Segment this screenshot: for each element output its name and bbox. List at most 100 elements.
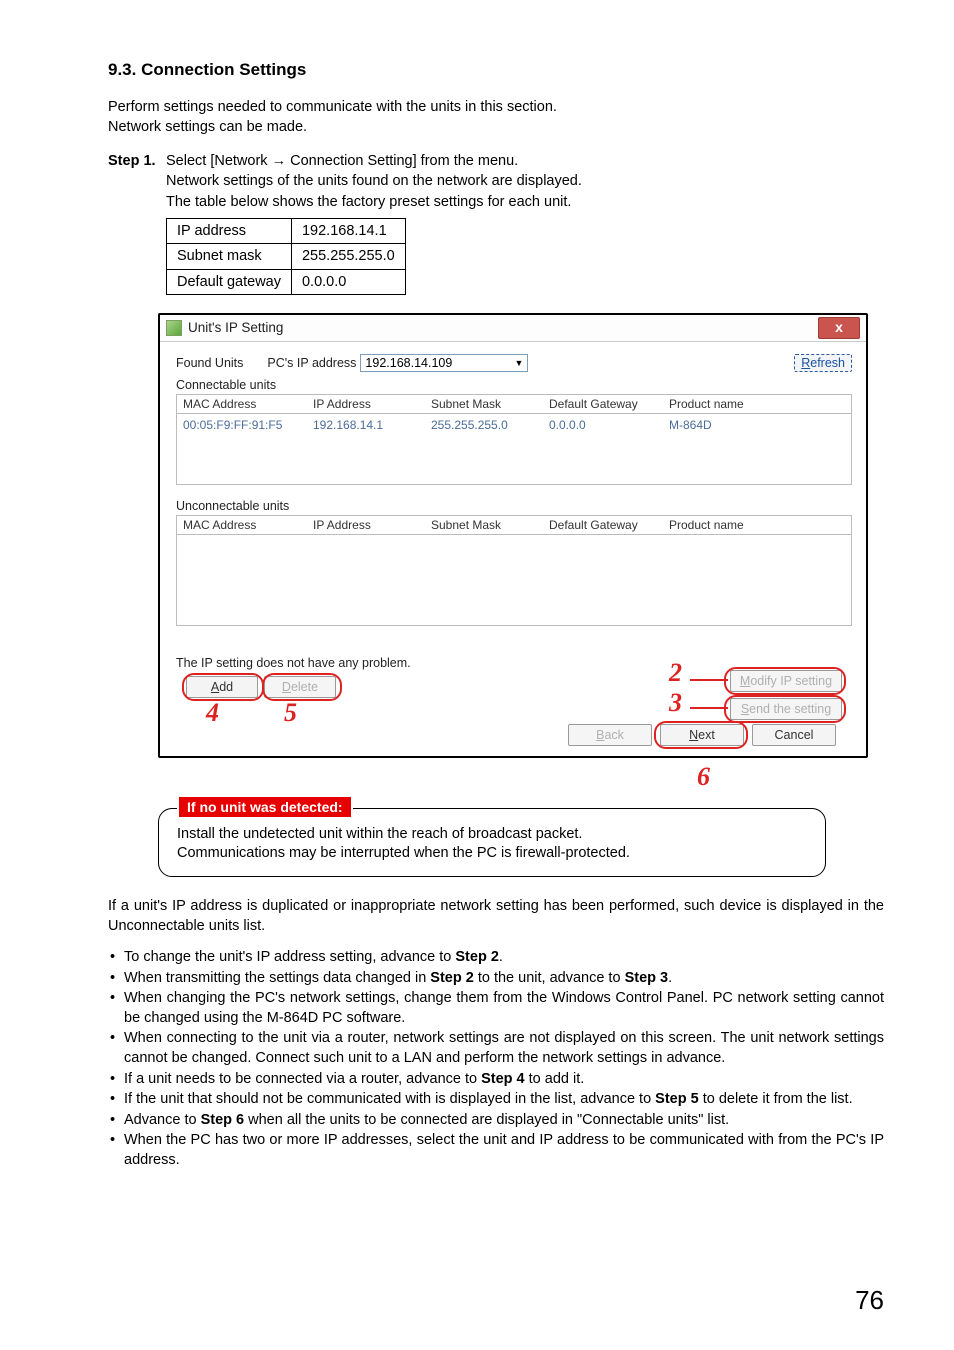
text: Step 2 [455, 949, 499, 965]
connectable-grid-header: MAC Address IP Address Subnet Mask Defau… [176, 394, 852, 414]
unconnectable-grid-header: MAC Address IP Address Subnet Mask Defau… [176, 515, 852, 535]
text: Communications may be interrupted when t… [177, 845, 630, 861]
note-title-wrap: If no unit was detected: [177, 799, 353, 817]
text: to add it. [525, 1071, 585, 1087]
cell-gateway: 0.0.0.0 [543, 416, 663, 434]
col-gateway: Default Gateway [543, 395, 663, 413]
delete-button[interactable]: Delete [264, 676, 336, 698]
text: Network settings can be made. [108, 119, 307, 135]
text: Install the undetected unit within the r… [177, 826, 582, 842]
cell: 255.255.255.0 [291, 244, 405, 269]
text: The table below shows the factory preset… [166, 194, 571, 210]
found-units-label: Found Units [176, 356, 243, 370]
text: Step 2 [430, 970, 474, 986]
text: efresh [810, 356, 845, 370]
text: Step 3 [625, 970, 669, 986]
callout-connector [690, 707, 728, 710]
send-setting-button[interactable]: Send the setting [730, 698, 842, 720]
text: Advance to [124, 1112, 201, 1128]
button-row: Add Delete Modify IP setting Send the se… [176, 676, 852, 746]
list-item: When connecting to the unit via a router… [108, 1029, 884, 1068]
text: odify IP setting [750, 674, 832, 688]
page-number: 76 [855, 1285, 884, 1316]
note-title: If no unit was detected: [179, 797, 351, 817]
step-1: Step 1. Select [Network → Connection Set… [108, 151, 884, 295]
text: to the unit, advance to [474, 970, 625, 986]
list-item: Advance to Step 6 when all the units to … [108, 1111, 884, 1131]
text: dd [219, 680, 233, 694]
text: end the setting [749, 702, 831, 716]
section-heading: 9.3. Connection Settings [108, 60, 884, 80]
callout-number-6: 6 [697, 762, 710, 792]
connectable-grid[interactable]: 00:05:F9:FF:91:F5 192.168.14.1 255.255.2… [176, 414, 852, 485]
text: Step 4 [481, 1071, 525, 1087]
list-item: When the PC has two or more IP addresses… [108, 1131, 884, 1170]
connectable-label: Connectable units [176, 378, 852, 392]
pc-ip-combo[interactable]: 192.168.14.109 ▼ [360, 354, 528, 372]
text: If the unit that should not be communica… [124, 1091, 655, 1107]
text: Perform settings needed to communicate w… [108, 99, 557, 115]
text: ack [604, 728, 623, 742]
cell-mac: 00:05:F9:FF:91:F5 [177, 416, 307, 434]
cell: Subnet mask [167, 244, 292, 269]
factory-preset-table: IP address 192.168.14.1 Subnet mask 255.… [166, 218, 406, 295]
table-row: Default gateway 0.0.0.0 [167, 269, 406, 294]
unconnectable-label: Unconnectable units [176, 499, 852, 513]
callout-connector [690, 679, 728, 682]
table-row: Subnet mask 255.255.255.0 [167, 244, 406, 269]
text: to delete it from the list. [699, 1091, 853, 1107]
pc-ip-value: 192.168.14.109 [365, 356, 452, 370]
text: . [668, 970, 672, 986]
list-item: To change the unit's IP address setting,… [108, 948, 884, 968]
list-item: When transmitting the settings data chan… [108, 969, 884, 989]
dialog-title: Unit's IP Setting [188, 320, 283, 335]
text: . [499, 949, 503, 965]
list-item: When changing the PC's network settings,… [108, 989, 884, 1028]
col-product: Product name [663, 516, 851, 534]
col-subnet: Subnet Mask [425, 395, 543, 413]
list-item: If a unit needs to be connected via a ro… [108, 1070, 884, 1090]
unconnectable-grid[interactable] [176, 535, 852, 626]
cell: 0.0.0.0 [291, 269, 405, 294]
col-ip: IP Address [307, 516, 425, 534]
app-icon [166, 320, 182, 336]
text: To change the unit's IP address setting,… [124, 949, 455, 965]
text: R [801, 356, 810, 370]
close-button[interactable]: x [818, 317, 860, 339]
col-gateway: Default Gateway [543, 516, 663, 534]
cell-product: M-864D [663, 416, 851, 434]
dialog-titlebar[interactable]: Unit's IP Setting x [160, 315, 866, 342]
text: A [211, 680, 219, 694]
status-text: The IP setting does not have any problem… [176, 656, 852, 670]
paragraph: If a unit's IP address is duplicated or … [108, 897, 884, 936]
text: If a unit needs to be connected via a ro… [124, 1071, 481, 1087]
text: N [689, 728, 698, 742]
text: when all the units to be connected are d… [244, 1112, 729, 1128]
cancel-button[interactable]: Cancel [752, 724, 836, 746]
col-subnet: Subnet Mask [425, 516, 543, 534]
back-button[interactable]: Back [568, 724, 652, 746]
text: S [741, 702, 749, 716]
cell: Default gateway [167, 269, 292, 294]
text: D [282, 680, 291, 694]
intro-paragraph: Perform settings needed to communicate w… [108, 98, 884, 137]
table-row: IP address 192.168.14.1 [167, 219, 406, 244]
modify-ip-button[interactable]: Modify IP setting [730, 670, 842, 692]
text: elete [291, 680, 318, 694]
text: Step 6 [201, 1112, 245, 1128]
cell: 192.168.14.1 [291, 219, 405, 244]
cell-ip: 192.168.14.1 [307, 416, 425, 434]
table-row[interactable]: 00:05:F9:FF:91:F5 192.168.14.1 255.255.2… [177, 414, 851, 434]
text: Select [Network → Connection Setting] fr… [166, 153, 518, 169]
next-button[interactable]: Next [660, 724, 744, 746]
col-product: Product name [663, 395, 851, 413]
refresh-button[interactable]: Refresh [794, 354, 852, 372]
list-item: If the unit that should not be communica… [108, 1090, 884, 1110]
text: M [740, 674, 750, 688]
bullet-list: To change the unit's IP address setting,… [108, 948, 884, 1170]
col-mac: MAC Address [177, 516, 307, 534]
step-label: Step 1. [108, 151, 166, 295]
pc-ip-label: PC's IP address [267, 356, 356, 370]
add-button[interactable]: Add [186, 676, 258, 698]
no-unit-note: If no unit was detected: Install the und… [158, 808, 826, 877]
